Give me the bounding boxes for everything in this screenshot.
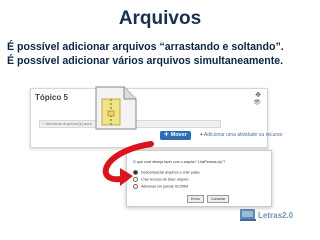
radio-selected[interactable] xyxy=(133,170,138,175)
plus-icon: + xyxy=(42,121,45,126)
move-button[interactable]: ✛ Mover xyxy=(160,131,191,140)
brand-logo-text: Letras2.0 xyxy=(258,211,294,220)
dialog-ok-button[interactable]: Envio xyxy=(187,195,204,203)
dialog-option-1[interactable]: Descompactar arquivos e criar pasta xyxy=(133,170,200,175)
dialog-option-2[interactable]: Criar recurso de fazer arquivo xyxy=(133,177,189,182)
move-button-label: Mover xyxy=(170,132,187,138)
move-icon[interactable]: ✥ xyxy=(255,91,261,99)
plus-icon: + xyxy=(200,132,203,138)
intro-line-1: É possível adicionar arquivos “arrastand… xyxy=(7,41,284,53)
eye-icon[interactable]: 👁 xyxy=(253,99,261,106)
option-label: Criar recurso de fazer arquivo xyxy=(141,177,189,182)
dropzone-label: Adicionar arquivos(s) aqui xyxy=(45,121,92,126)
topic-title: Tópico 5 xyxy=(35,93,68,102)
radio-unselected[interactable] xyxy=(133,184,138,189)
add-activity-link[interactable]: +Adicionar uma atividade ou recurso xyxy=(200,131,282,140)
file-dialog: O que você deseja fazer com o arquivo "L… xyxy=(126,150,272,207)
dialog-option-3[interactable]: Adicionar um pacote SCORM xyxy=(133,184,188,189)
move-icon: ✛ xyxy=(164,132,169,138)
radio-unselected[interactable] xyxy=(133,177,138,182)
option-label: Adicionar um pacote SCORM xyxy=(141,184,189,189)
file-icon[interactable] xyxy=(90,83,144,133)
page-title: Arquivos xyxy=(118,8,202,29)
add-activity-label: Adicionar uma atividade ou recurso xyxy=(203,132,283,138)
intro-line-2: É possível adicionar vários arquivos sim… xyxy=(7,55,284,67)
dialog-question: O que você deseja fazer com o arquivo "L… xyxy=(133,160,226,164)
dialog-cancel-button[interactable]: Cancelar xyxy=(207,195,230,203)
option-label: Descompactar arquivos e criar pasta xyxy=(141,170,200,175)
